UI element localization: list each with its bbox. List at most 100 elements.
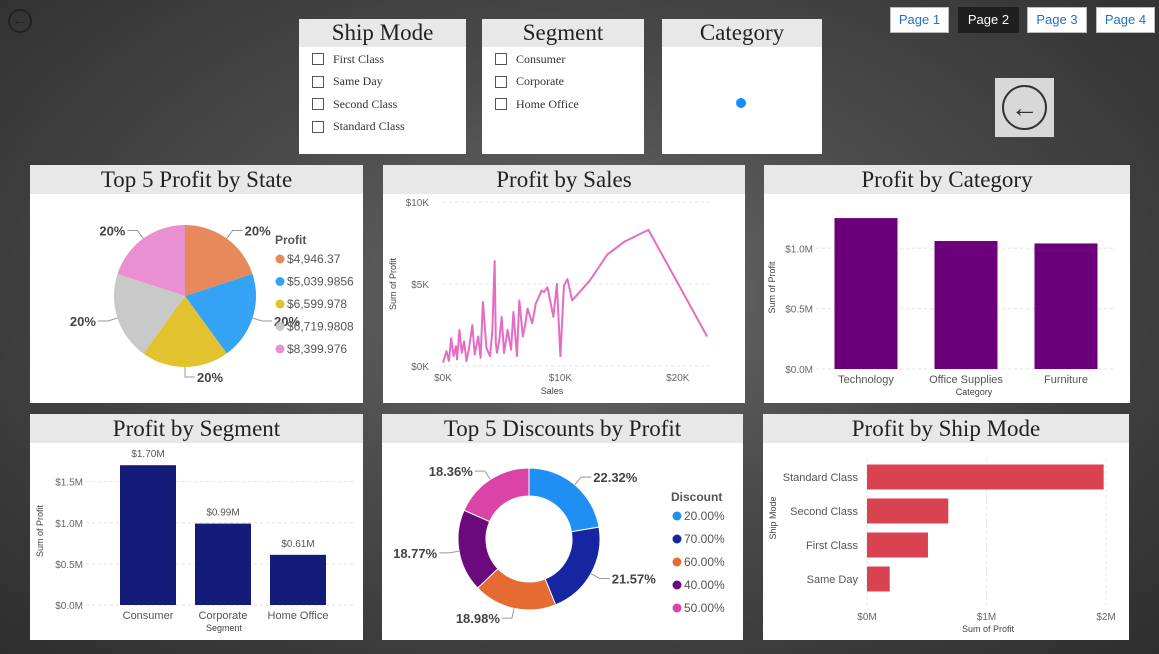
data-label: 20% (245, 223, 271, 238)
leader-line (439, 550, 460, 554)
y-tick-label: Same Day (807, 574, 859, 586)
legend-marker (672, 557, 682, 567)
legend-entry: 70.00% (684, 532, 725, 546)
slicer-option-first-class[interactable]: First Class (299, 48, 466, 71)
x-tick-label: $0M (857, 612, 876, 623)
legend-marker (275, 254, 285, 264)
checkbox[interactable] (495, 98, 507, 111)
legend-entry: 20.00% (684, 509, 725, 523)
legend-entry: $6,599.978 (287, 297, 347, 311)
y-tick-label: $0.5M (55, 560, 83, 571)
legend-entry: 40.00% (684, 578, 725, 592)
data-label: 18.77% (393, 546, 438, 561)
x-tick-label: $0K (434, 373, 452, 384)
y-tick-label: $5K (411, 280, 429, 291)
profit-by-state-card: Top 5 Profit by State 20% 20% 20% 20% 20% Pro… (30, 165, 363, 403)
x-tick-label: $1M (977, 612, 996, 623)
leader-line (184, 367, 195, 378)
chart-title: Profit by Sales (383, 165, 745, 194)
slicer-option-corporate[interactable]: Corporate (482, 71, 644, 94)
donut-slice (463, 467, 530, 523)
slicer-option-second-class[interactable]: Second Class (299, 93, 466, 116)
data-label: $0.99M (206, 508, 239, 519)
slicer-option-standard-class[interactable]: Standard Class (299, 116, 466, 139)
y-tick-label: First Class (806, 540, 858, 552)
y-tick-label: $0.5M (785, 305, 813, 316)
bar (120, 465, 176, 605)
back-arrow-icon[interactable]: ← (8, 9, 32, 33)
x-tick-label: $10K (549, 373, 573, 384)
profit-by-ship-mode-chart: $0M $1M $2M Standard Class Second Class First… (768, 459, 1116, 634)
slicer-title: Category (662, 19, 822, 47)
leader-line (127, 229, 144, 239)
legend-marker (672, 580, 682, 590)
chart-title: Top 5 Profit by State (30, 165, 363, 194)
x-tick-label: Technology (838, 374, 894, 386)
x-tick-label: $20K (666, 373, 690, 384)
slicer-title: Segment (482, 19, 644, 47)
legend-entry: 50.00% (684, 601, 725, 615)
bar (934, 241, 998, 369)
bar (867, 464, 1104, 490)
leader-line (474, 470, 491, 480)
chart-title: Profit by Category (764, 165, 1130, 194)
legend-marker (275, 322, 285, 331)
checkbox[interactable] (312, 75, 324, 88)
slicer-option-same-day[interactable]: Same Day (299, 71, 466, 94)
category-slicer[interactable]: Category (662, 19, 822, 154)
legend-marker (672, 603, 682, 613)
chart-title: Profit by Segment (30, 414, 363, 443)
slicer-option-consumer[interactable]: Consumer (482, 48, 644, 71)
legend-marker (672, 534, 682, 544)
checkbox[interactable] (312, 98, 324, 111)
legend-entry: $4,946.37 (287, 252, 341, 266)
slicer-option-label: Same Day (333, 74, 383, 89)
x-tick-label: Office Supplies (929, 374, 1003, 386)
profit-by-segment-card: Profit by Segment $0.0M $0.5M $1.0M $1.5M $1… (30, 414, 363, 640)
y-tick-label: Standard Class (783, 472, 859, 484)
discounts-by-profit-chart: 22.32% 21.57% 18.98% 18.77% 18.36% Discount 20… (393, 464, 725, 626)
chart-title: Profit by Ship Mode (763, 414, 1129, 443)
bar (867, 532, 928, 558)
profit-by-segment-chart: $0.0M $0.5M $1.0M $1.5M $1.70M Consumer $0.99M… (35, 449, 355, 633)
page-1-button[interactable]: Page 1 (890, 7, 949, 33)
x-tick-label: Home Office (268, 610, 329, 622)
data-label: 18.98% (456, 611, 501, 626)
leader-line (590, 573, 610, 579)
data-label: 18.36% (429, 464, 474, 479)
checkbox[interactable] (495, 75, 507, 88)
data-label: $1.70M (131, 449, 164, 460)
checkbox[interactable] (312, 53, 324, 66)
checkbox[interactable] (312, 120, 324, 133)
back-arrow-icon: ← (1002, 85, 1047, 130)
page-4-button[interactable]: Page 4 (1096, 7, 1155, 33)
page-2-button[interactable]: Page 2 (958, 7, 1019, 33)
checkbox[interactable] (495, 53, 507, 66)
leader-line (574, 476, 592, 486)
legend-marker (275, 344, 285, 354)
legend-entry: $6,719.9808 (287, 320, 354, 334)
leader-line (501, 608, 515, 619)
legend-entry: $5,039.9856 (287, 275, 354, 289)
slicer-title: Ship Mode (299, 19, 466, 47)
back-button[interactable]: ← (995, 78, 1054, 137)
y-tick-label: Second Class (790, 506, 858, 518)
donut-slice (544, 526, 601, 606)
page-3-button[interactable]: Page 3 (1027, 7, 1087, 33)
slicer-option-home-office[interactable]: Home Office (482, 93, 644, 116)
slicer-option-label: Standard Class (333, 119, 405, 134)
y-tick-label: $10K (406, 198, 430, 209)
legend-entry: 60.00% (684, 555, 725, 569)
y-axis-label: Sum of Profit (35, 504, 45, 557)
legend-title: Profit (275, 233, 306, 247)
data-label: 20% (70, 314, 96, 329)
segment-slicer: Segment Consumer Corporate Home Office (482, 19, 644, 154)
ship-mode-slicer: Ship Mode First Class Same Day Second Cl… (299, 19, 466, 154)
y-axis-label: Sum of Profit (767, 261, 777, 314)
x-tick-label: Furniture (1044, 374, 1088, 386)
y-tick-label: $0.0M (785, 365, 813, 376)
bar (834, 218, 898, 369)
data-label: 21.57% (612, 571, 657, 586)
profit-by-state-chart: 20%20%20%20%20%Profit$4,946.37$5,039.985… (70, 223, 354, 385)
x-tick-label: $2M (1096, 612, 1115, 623)
